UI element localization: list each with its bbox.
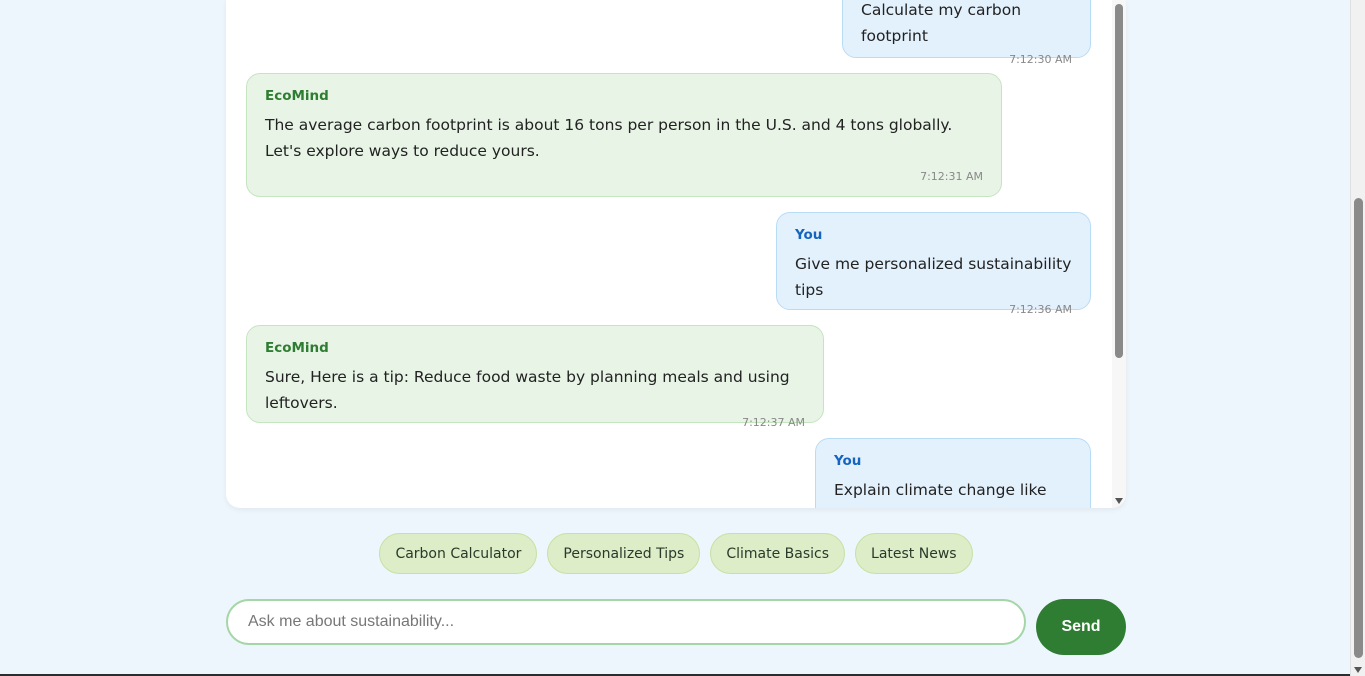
quick-actions: Carbon Calculator Personalized Tips Clim… [226,533,1126,574]
message-text: Explain climate change like I'm 10 [834,481,1047,508]
message-timestamp: 7:12:37 AM [742,416,805,429]
page-scroll-down-arrow-icon[interactable] [1354,667,1362,673]
message-sender: EcoMind [265,340,329,356]
personalized-tips-button[interactable]: Personalized Tips [547,533,701,574]
user-message: You Give me personalized sustainability … [776,212,1091,316]
chat-scrollbar-thumb[interactable] [1115,4,1123,358]
message-text: Calculate my carbon footprint [861,1,1022,45]
message-sender: You [834,453,862,469]
message-input-container [226,599,1026,645]
latest-news-button[interactable]: Latest News [855,533,973,574]
message-text: Sure, Here is a tip: Reduce food waste b… [265,368,790,412]
page-scrollbar-thumb[interactable] [1354,198,1363,658]
chat-scrollbar[interactable] [1112,0,1126,508]
bot-message: EcoMind Sure, Here is a tip: Reduce food… [246,325,824,429]
user-message: You Explain climate change like I'm 10 [815,438,1091,508]
message-input[interactable] [228,601,1024,643]
send-button[interactable]: Send [1036,599,1126,655]
bot-message: EcoMind The average carbon footprint is … [246,73,1002,197]
message-timestamp: 7:12:31 AM [920,170,983,183]
message-text: Give me personalized sustainability tips [795,255,1072,299]
scroll-down-arrow-icon[interactable] [1115,498,1123,504]
user-message: Calculate my carbon footprint 7:12:30 AM [842,0,1091,66]
message-timestamp: 7:12:30 AM [1009,53,1072,66]
message-text: The average carbon footprint is about 16… [265,116,953,160]
climate-basics-button[interactable]: Climate Basics [710,533,846,574]
carbon-calculator-button[interactable]: Carbon Calculator [379,533,538,574]
chat-messages-panel[interactable]: Calculate my carbon footprint 7:12:30 AM… [226,0,1126,508]
message-sender: You [795,227,823,243]
page-scrollbar[interactable] [1350,0,1365,676]
message-sender: EcoMind [265,88,329,104]
message-timestamp: 7:12:36 AM [1009,303,1072,316]
